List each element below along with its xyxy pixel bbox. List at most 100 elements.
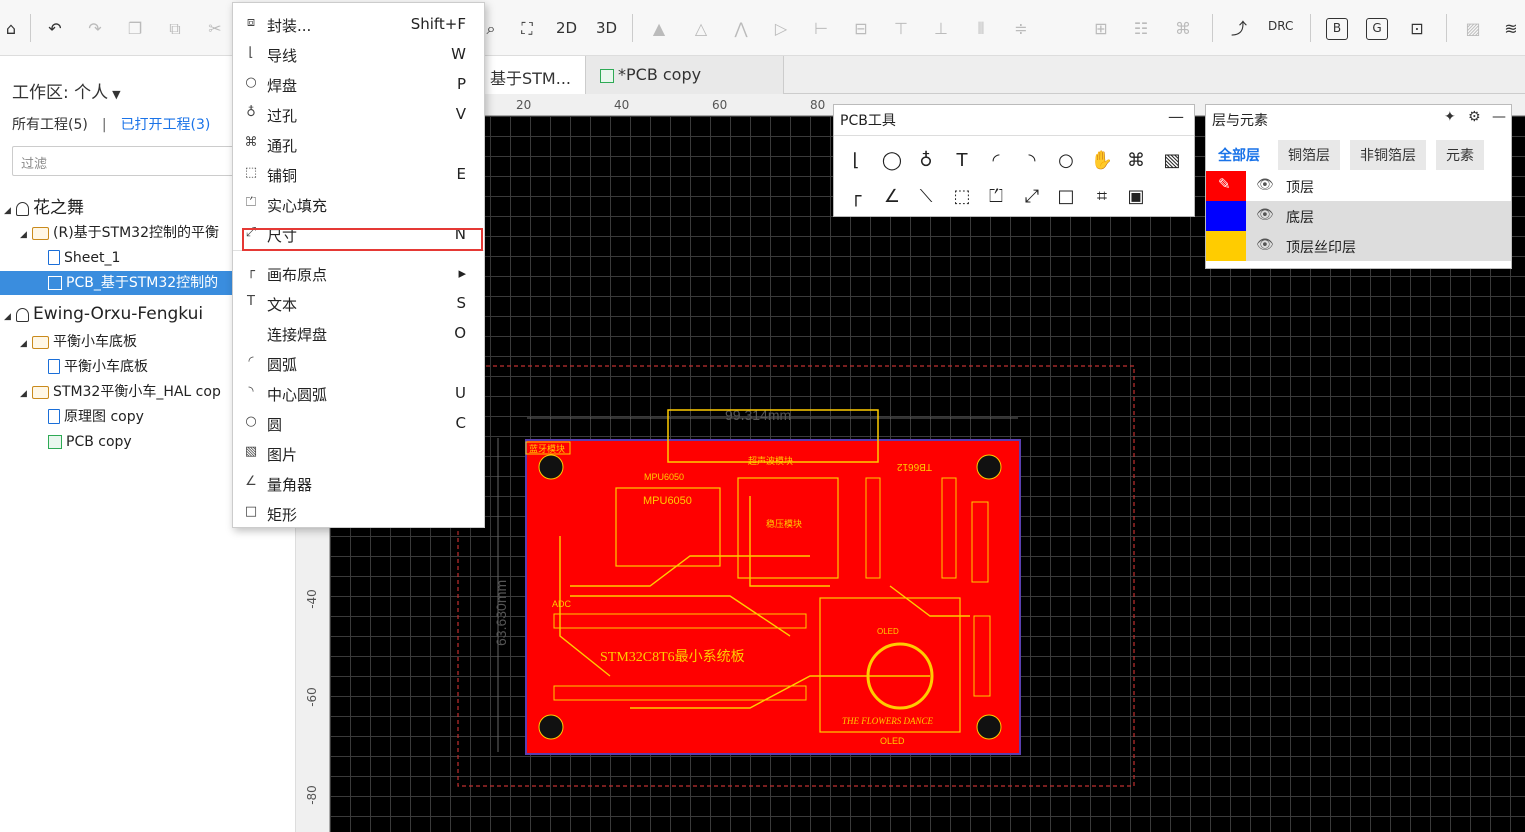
g-button[interactable]: G	[1366, 18, 1388, 40]
corner-line-icon[interactable]: ┌	[842, 183, 870, 211]
menu-item-image[interactable]: ▧ 图片	[233, 438, 484, 468]
tab-copper-layers[interactable]: 铜箔层	[1278, 140, 1341, 170]
flip-icon[interactable]: △	[690, 18, 712, 40]
view-2d-button[interactable]: 2D	[556, 19, 577, 37]
align-bottom-icon[interactable]: ⊥	[930, 18, 952, 40]
dimension-icon[interactable]: ⤢	[1018, 183, 1046, 211]
eye-icon[interactable]: 👁	[1256, 177, 1274, 193]
menu-item-center-arc[interactable]: ◝ 中心圆弧 U	[233, 378, 484, 408]
copper-area-icon[interactable]: ⬚	[948, 183, 976, 211]
home-icon[interactable]: ⌂	[0, 18, 22, 40]
track-icon[interactable]: ⌊	[842, 147, 870, 175]
menu-item-copper-area[interactable]: ⬚ 铺铜 E	[233, 159, 484, 189]
rectangle-icon: □	[244, 504, 258, 519]
all-projects-link[interactable]: 所有工程(5)	[12, 117, 88, 133]
view-3d-button[interactable]: 3D	[596, 19, 617, 37]
menu-item-track[interactable]: ⌊ 导线 W	[233, 39, 484, 69]
layer-color-swatch[interactable]: ✎	[1206, 171, 1246, 201]
expand-triangle-icon[interactable]: ◢	[4, 305, 16, 329]
expand-triangle-icon[interactable]: ◢	[20, 223, 32, 247]
eye-icon[interactable]: 👁	[1256, 237, 1274, 253]
protractor-icon[interactable]: ∠	[878, 183, 906, 211]
filter-input[interactable]: 过滤	[12, 146, 242, 176]
layer-row-bottom[interactable]: 👁 底层	[1206, 201, 1511, 231]
center-arc-icon[interactable]: ◝	[1018, 147, 1046, 175]
duplicate-icon[interactable]: ⧉	[164, 18, 186, 40]
arrange-icon[interactable]: ⊞	[1090, 18, 1112, 40]
layers-icon[interactable]: ≋	[1500, 18, 1522, 40]
flip-icon[interactable]: ▲	[648, 18, 670, 40]
menu-item-canvas-origin[interactable]: ┌ 画布原点 ▸	[233, 258, 484, 288]
image-icon[interactable]: ▨	[1462, 18, 1484, 40]
tab-elements[interactable]: 元素	[1436, 140, 1485, 170]
copy-icon[interactable]: ❐	[124, 18, 146, 40]
menu-item-rectangle[interactable]: □ 矩形	[233, 498, 484, 528]
toolbar-divider	[1310, 14, 1311, 42]
camera-icon[interactable]: ⊡	[1406, 18, 1428, 40]
align-center-icon[interactable]: ⊟	[850, 18, 872, 40]
image-icon[interactable]: ▧	[1158, 147, 1186, 175]
tab-all-layers[interactable]: 全部层	[1208, 140, 1271, 170]
tab-pcb-copy[interactable]: *PCB copy	[586, 56, 784, 94]
arc-icon[interactable]: ◜	[982, 147, 1010, 175]
drc-button[interactable]: DRC	[1268, 19, 1293, 33]
pan-hand-icon[interactable]: ✋	[1088, 147, 1116, 175]
undo-icon[interactable]: ↶	[44, 18, 66, 40]
align-top-icon[interactable]: ⊤	[890, 18, 912, 40]
solid-fill-icon[interactable]: ⏍	[982, 183, 1010, 211]
via-icon[interactable]: ♁	[912, 147, 940, 175]
rotate-icon[interactable]: ▷	[770, 18, 792, 40]
redo-icon[interactable]: ↷	[84, 18, 106, 40]
menu-item-protractor[interactable]: ∠ 量角器	[233, 468, 484, 498]
expand-triangle-icon[interactable]: ◢	[20, 332, 32, 356]
b-button[interactable]: B	[1326, 18, 1348, 40]
distribute-icon[interactable]: ⫴	[970, 18, 992, 40]
pin-icon[interactable]: ✦	[1444, 109, 1456, 125]
menu-item-text[interactable]: T 文本 S	[233, 288, 484, 318]
menu-item-hole[interactable]: ⌘ 通孔	[233, 129, 484, 159]
mirror-icon[interactable]: ⋀	[730, 18, 752, 40]
pcb-icon	[600, 69, 614, 83]
cut-icon[interactable]: ✂	[204, 18, 226, 40]
menu-item-connect-pad[interactable]: 连接焊盘 O	[233, 318, 484, 348]
panel-title: PCB工具	[840, 113, 896, 129]
circle-icon[interactable]: ○	[1052, 147, 1080, 175]
minimize-button[interactable]: —	[1168, 107, 1184, 126]
fit-icon[interactable]: ⛶	[516, 18, 538, 40]
expand-triangle-icon[interactable]: ◢	[4, 199, 16, 223]
export-icon[interactable]: ⤴	[1228, 18, 1250, 40]
distribute-v-icon[interactable]: ≑	[1010, 18, 1032, 40]
menu-item-arc[interactable]: ◜ 圆弧	[233, 348, 484, 378]
menu-item-pad[interactable]: ○ 焊盘 P	[233, 69, 484, 99]
tab-schematic[interactable]: 基于STM...	[476, 56, 586, 94]
menu-item-circle[interactable]: ○ 圆 C	[233, 408, 484, 438]
text-icon[interactable]: T	[948, 147, 976, 175]
expand-triangle-icon[interactable]: ◢	[20, 382, 32, 406]
canvas-origin-icon[interactable]: ⌗	[1088, 183, 1116, 211]
eye-icon[interactable]: 👁	[1256, 207, 1274, 223]
gear-icon[interactable]: ⚙	[1468, 109, 1481, 125]
workspace-selector[interactable]: 工作区: 个人 ▼	[12, 78, 121, 103]
minimize-button[interactable]: —	[1492, 109, 1506, 125]
hole-icon[interactable]: ⌘	[1122, 147, 1150, 175]
pad-icon[interactable]: ◯	[878, 147, 906, 175]
tab-non-copper-layers[interactable]: 非铜箔层	[1350, 140, 1427, 170]
mpu-label: MPU6050	[643, 495, 692, 507]
layer-color-swatch[interactable]	[1206, 201, 1246, 231]
menu-item-footprint[interactable]: ⧈ 封装... Shift+F	[233, 9, 484, 39]
layer-color-swatch[interactable]	[1206, 231, 1246, 261]
arrange-icon[interactable]: ☷	[1130, 18, 1152, 40]
dimension-height-label: 63.630mm	[493, 580, 509, 646]
tree-label: PCB_基于STM32控制的	[66, 275, 219, 291]
align-left-icon[interactable]: ⊢	[810, 18, 832, 40]
menu-item-solid-fill[interactable]: ⏍ 实心填充	[233, 189, 484, 219]
arrange-icon[interactable]: ⌘	[1172, 18, 1194, 40]
place-context-menu: ⧈ 封装... Shift+F ⌊ 导线 W ○ 焊盘 P ♁ 过孔 V ⌘ 通孔 ⬚ 铺铜 E ⏍ 实…	[232, 2, 485, 528]
rectangle-icon[interactable]: □	[1052, 183, 1080, 211]
layer-row-top[interactable]: ✎ 👁 顶层	[1206, 171, 1511, 201]
opened-projects-link[interactable]: 已打开工程(3)	[121, 117, 211, 133]
board-outline-icon[interactable]: ▣	[1122, 183, 1150, 211]
connect-pad-icon[interactable]: ⟍	[912, 183, 940, 211]
layer-row-top-silk[interactable]: 👁 顶层丝印层	[1206, 231, 1511, 261]
menu-item-via[interactable]: ♁ 过孔 V	[233, 99, 484, 129]
